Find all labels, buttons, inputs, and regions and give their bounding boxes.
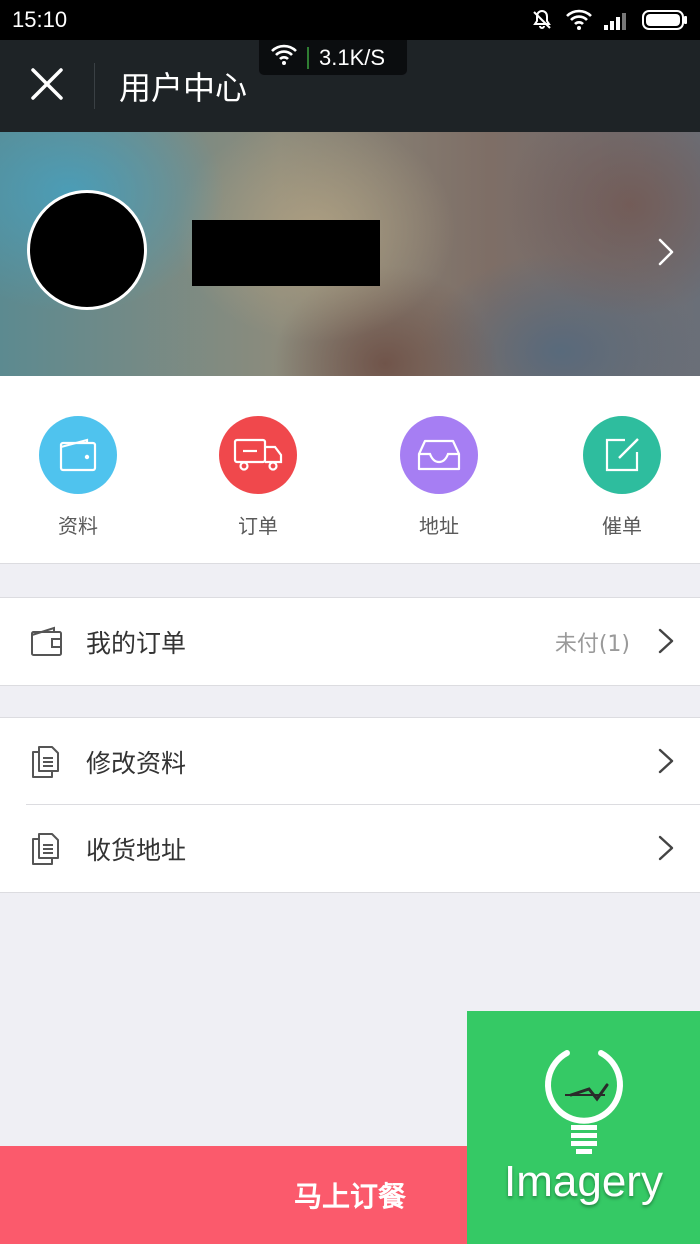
- chevron-right-icon: [658, 835, 674, 865]
- lightbulb-icon: [541, 1041, 627, 1163]
- page-title: 用户中心: [119, 69, 248, 107]
- close-icon: [30, 67, 64, 105]
- net-speed-value: 3.1K/S: [319, 44, 386, 70]
- avatar[interactable]: [27, 190, 147, 310]
- quick-actions: 资料 订单 地址 催单: [0, 376, 700, 564]
- quick-action-profile[interactable]: 资料: [18, 416, 138, 539]
- quick-action-orders[interactable]: 订单: [198, 416, 318, 539]
- signal-icon: [604, 10, 630, 30]
- my-orders-label: 我的订单: [86, 628, 187, 658]
- edit-profile-label: 修改资料: [86, 748, 187, 778]
- close-button[interactable]: [0, 40, 94, 132]
- quick-action-address[interactable]: 地址: [379, 416, 499, 539]
- unpaid-count: 未付(1): [554, 631, 630, 657]
- top-bar-divider: [94, 63, 95, 109]
- quick-action-label: 地址: [419, 514, 459, 538]
- status-time: 15:10: [12, 7, 68, 32]
- shipping-address-label: 收货地址: [86, 835, 187, 865]
- quick-action-label: 催单: [602, 514, 642, 538]
- inbox-icon: [400, 416, 478, 494]
- profile-banner[interactable]: [0, 132, 700, 376]
- document-icon: [30, 832, 60, 870]
- shipping-address-row[interactable]: 收货地址: [0, 805, 700, 892]
- status-icons: [530, 8, 688, 32]
- watermark-text: Imagery: [504, 1157, 663, 1206]
- imagery-watermark: Imagery: [467, 1011, 700, 1244]
- quick-action-label: 订单: [238, 514, 278, 538]
- net-speed-indicator: 3.1K/S: [258, 40, 408, 76]
- battery-icon: [642, 10, 688, 30]
- chevron-right-icon: [658, 628, 674, 658]
- orders-card: 我的订单 未付(1): [0, 597, 700, 686]
- chevron-right-icon[interactable]: [658, 238, 674, 270]
- edit-icon: [583, 416, 661, 494]
- wallet-icon: [30, 625, 64, 661]
- net-speed-separator: [307, 46, 309, 69]
- wifi-icon: [271, 44, 297, 72]
- status-bar: 15:10: [0, 0, 700, 40]
- username-redacted: [192, 220, 380, 286]
- my-orders-row[interactable]: 我的订单 未付(1): [0, 598, 700, 685]
- quick-action-label: 资料: [58, 514, 98, 538]
- chevron-right-icon: [658, 748, 674, 778]
- edit-profile-row[interactable]: 修改资料: [0, 718, 700, 805]
- document-icon: [30, 745, 60, 783]
- order-now-label: 马上订餐: [293, 1180, 406, 1213]
- wifi-icon: [566, 9, 592, 31]
- settings-card: 修改资料 收货地址: [0, 717, 700, 893]
- quick-action-urge[interactable]: 催单: [562, 416, 682, 539]
- truck-icon: [219, 416, 297, 494]
- mute-icon: [530, 8, 554, 32]
- wallet-icon: [39, 416, 117, 494]
